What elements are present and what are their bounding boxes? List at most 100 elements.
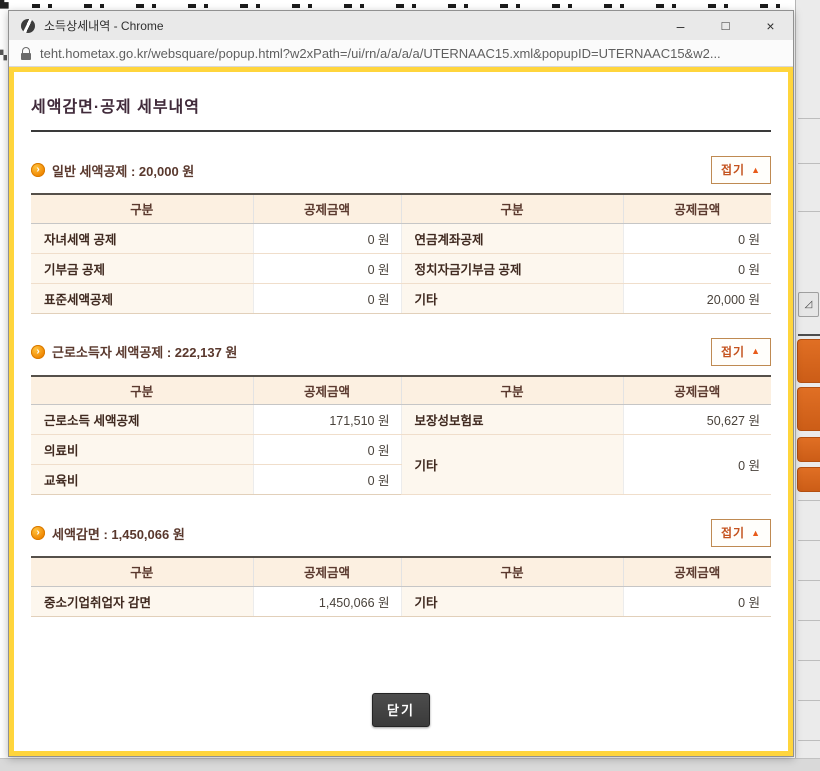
amount-cell: 0 원 xyxy=(253,465,401,495)
amount-cell: 1,450,066 원 xyxy=(253,586,401,616)
deduction-table: 구분 공제금액 구분 공제금액 중소기업취업자 감면1,450,066 원기타0… xyxy=(31,556,771,617)
category-cell: 기부금 공제 xyxy=(31,253,253,283)
divider xyxy=(798,620,820,621)
category-cell: 교육비 xyxy=(31,465,253,495)
amount-cell: 0 원 xyxy=(253,253,401,283)
table-header-row: 구분 공제금액 구분 공제금액 xyxy=(31,557,771,586)
collapse-arrow-icon: ▲ xyxy=(751,346,761,356)
column-header: 구분 xyxy=(401,376,623,405)
divider xyxy=(798,700,820,701)
close-button[interactable]: 닫기 xyxy=(372,693,430,727)
collapse-arrow-icon: ▲ xyxy=(751,165,761,175)
page-title: 세액감면·공제 세부내역 xyxy=(31,93,771,117)
minimize-icon[interactable]: – xyxy=(658,11,703,40)
table-row: 중소기업취업자 감면1,450,066 원기타0 원 xyxy=(31,586,771,616)
background-page-right-edge: ◿ xyxy=(795,0,820,758)
collapse-label: 접기 xyxy=(721,343,745,360)
section-header: › 일반 세액공제 : 20,000 원 접기 ▲ xyxy=(31,156,771,184)
section-earned-income-tax-credit: › 근로소득자 세액공제 : 222,137 원 접기 ▲ 구분 공제금액 구분 xyxy=(31,338,771,496)
window-controls: – □ × xyxy=(658,11,793,40)
amount-cell: 171,510 원 xyxy=(253,405,401,435)
clipped-background-text xyxy=(0,0,820,10)
table-row: 의료비0 원기타0 원 xyxy=(31,435,771,465)
divider xyxy=(798,163,820,164)
section-heading: 일반 세액공제 : 20,000 원 xyxy=(52,161,711,180)
category-cell: 근로소득 세액공제 xyxy=(31,405,253,435)
category-cell: 의료비 xyxy=(31,435,253,465)
address-bar[interactable]: teht.hometax.go.kr/websquare/popup.html?… xyxy=(9,40,793,67)
title-divider xyxy=(31,130,771,132)
column-header: 공제금액 xyxy=(623,194,771,223)
column-header: 공제금액 xyxy=(623,557,771,586)
bg-orange-button[interactable] xyxy=(797,467,820,492)
chrome-popup-window: 소득상세내역 - Chrome – □ × teht.hometax.go.kr… xyxy=(8,10,794,757)
column-header: 공제금액 xyxy=(253,376,401,405)
section-general-tax-credit: › 일반 세액공제 : 20,000 원 접기 ▲ 구분 공제금액 구분 xyxy=(31,156,771,314)
amount-cell: 0 원 xyxy=(623,586,771,616)
section-bullet-icon: › xyxy=(31,526,45,540)
table-header-row: 구분 공제금액 구분 공제금액 xyxy=(31,376,771,405)
table-header-row: 구분 공제금액 구분 공제금액 xyxy=(31,194,771,223)
category-cell: 기타 xyxy=(401,435,623,495)
section-bullet-icon: › xyxy=(31,345,45,359)
section-header: › 근로소득자 세액공제 : 222,137 원 접기 ▲ xyxy=(31,338,771,366)
popup-content: 세액감면·공제 세부내역 › 일반 세액공제 : 20,000 원 접기 ▲ xyxy=(14,72,788,727)
window-titlebar[interactable]: 소득상세내역 - Chrome – □ × xyxy=(9,11,793,40)
column-header: 구분 xyxy=(31,194,253,223)
section-heading: 근로소득자 세액공제 : 222,137 원 xyxy=(52,342,711,361)
amount-cell: 50,627 원 xyxy=(623,405,771,435)
collapse-label: 접기 xyxy=(721,524,745,541)
amount-cell: 0 원 xyxy=(623,435,771,495)
background-page-bottom-edge xyxy=(0,758,820,771)
collapse-button[interactable]: 접기 ▲ xyxy=(711,156,771,184)
divider xyxy=(798,580,820,581)
category-cell: 자녀세액 공제 xyxy=(31,223,253,253)
divider xyxy=(798,334,820,336)
collapse-button[interactable]: 접기 ▲ xyxy=(711,338,771,366)
column-header: 공제금액 xyxy=(253,194,401,223)
section-bullet-icon: › xyxy=(31,163,45,177)
column-header: 공제금액 xyxy=(623,376,771,405)
bg-mini-button[interactable]: ◿ xyxy=(798,292,819,317)
maximize-icon[interactable]: □ xyxy=(703,11,748,40)
deduction-table: 구분 공제금액 구분 공제금액 자녀세액 공제0 원연금계좌공제0 원기부금 공… xyxy=(31,193,771,314)
clipped-background-glyph: ▙ xyxy=(0,0,8,9)
bg-orange-button[interactable] xyxy=(797,339,820,383)
amount-cell: 0 원 xyxy=(623,253,771,283)
divider xyxy=(798,540,820,541)
column-header: 구분 xyxy=(31,376,253,405)
divider xyxy=(798,500,820,501)
amount-cell: 20,000 원 xyxy=(623,283,771,313)
collapse-button[interactable]: 접기 ▲ xyxy=(711,519,771,547)
category-cell: 기타 xyxy=(401,586,623,616)
divider xyxy=(798,740,820,741)
category-cell: 표준세액공제 xyxy=(31,283,253,313)
bg-orange-button[interactable] xyxy=(797,437,820,462)
column-header: 공제금액 xyxy=(253,557,401,586)
category-cell: 정치자금기부금 공제 xyxy=(401,253,623,283)
amount-cell: 0 원 xyxy=(253,283,401,313)
category-cell: 기타 xyxy=(401,283,623,313)
divider xyxy=(798,211,820,212)
bg-orange-button[interactable] xyxy=(797,387,820,431)
divider xyxy=(798,118,820,119)
divider xyxy=(798,660,820,661)
table-row: 표준세액공제0 원기타20,000 원 xyxy=(31,283,771,313)
close-window-icon[interactable]: × xyxy=(748,11,793,40)
section-heading: 세액감면 : 1,450,066 원 xyxy=(52,524,711,543)
padlock-icon[interactable] xyxy=(21,47,31,60)
column-header: 구분 xyxy=(401,194,623,223)
url-text[interactable]: teht.hometax.go.kr/websquare/popup.html?… xyxy=(40,46,721,61)
deduction-table: 구분 공제금액 구분 공제금액 근로소득 세액공제171,510 원보장성보험료… xyxy=(31,375,771,496)
footer: 닫기 xyxy=(31,693,771,727)
background-page-left-edge: ▙ ▚ xyxy=(0,0,8,758)
column-header: 구분 xyxy=(401,557,623,586)
column-header: 구분 xyxy=(31,557,253,586)
category-cell: 보장성보험료 xyxy=(401,405,623,435)
popup-highlight-frame: 세액감면·공제 세부내역 › 일반 세액공제 : 20,000 원 접기 ▲ xyxy=(9,67,793,756)
table-row: 근로소득 세액공제171,510 원보장성보험료50,627 원 xyxy=(31,405,771,435)
category-cell: 연금계좌공제 xyxy=(401,223,623,253)
collapse-label: 접기 xyxy=(721,161,745,178)
window-title: 소득상세내역 - Chrome xyxy=(44,17,658,34)
collapse-arrow-icon: ▲ xyxy=(751,528,761,538)
